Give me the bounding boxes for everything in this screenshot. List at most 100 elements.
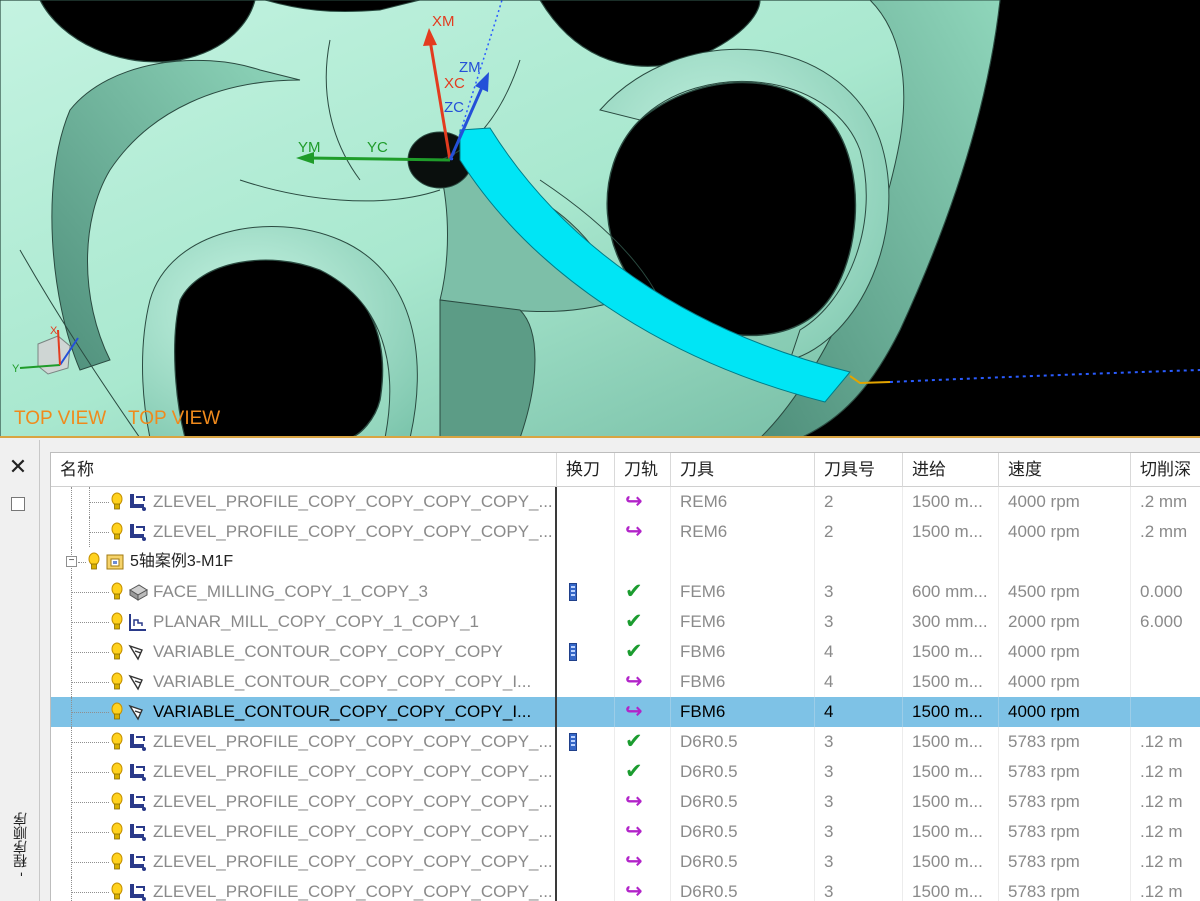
tree-branch-line [89, 532, 109, 533]
zlevel-operation-icon [127, 792, 149, 812]
tree-branch-line [71, 862, 109, 863]
operation-row[interactable]: VARIABLE_CONTOUR_COPY_COPY_COPY_I... ↪ FBM… [51, 667, 1200, 697]
graphics-viewport[interactable]: XM XC ZM ZC YM YC X Y TOP VIEW TOP VIEW [0, 0, 1200, 438]
zlevel-operation-icon [127, 882, 149, 901]
operation-row[interactable]: VARIABLE_CONTOUR_COPY_COPY_COPY_I... ↪ FBM… [51, 697, 1200, 727]
name-content: FACE_MILLING_COPY_1_COPY_3 [111, 577, 428, 607]
program-group-icon [104, 552, 126, 572]
pin-checkbox[interactable] [11, 497, 25, 511]
operation-name: VARIABLE_CONTOUR_COPY_COPY_COPY_I... [153, 702, 532, 721]
name-cell[interactable]: ZLEVEL_PROFILE_COPY_COPY_COPY_COPY_... [51, 847, 557, 877]
tool-number-cell: 3 [815, 577, 903, 607]
operation-row[interactable]: ZLEVEL_PROFILE_COPY_COPY_COPY_COPY_... ✔ D… [51, 727, 1200, 757]
name-cell[interactable]: ZLEVEL_PROFILE_COPY_COPY_COPY_COPY_... [51, 817, 557, 847]
toolpath-regenerate-icon: ↪ [625, 820, 643, 843]
name-cell[interactable]: ZLEVEL_PROFILE_COPY_COPY_COPY_COPY_... [51, 877, 557, 901]
tool-cell [671, 547, 815, 577]
name-cell[interactable]: VARIABLE_CONTOUR_COPY_COPY_COPY_I... [51, 667, 557, 697]
toolpath-status-cell: ✔ [615, 757, 671, 787]
operation-row[interactable]: ZLEVEL_PROFILE_COPY_COPY_COPY_COPY_... ↪ D… [51, 817, 1200, 847]
program-group-row[interactable]: − 5轴案例3-M1F [51, 547, 1200, 577]
toolchange-icon [569, 643, 577, 661]
name-cell[interactable]: ZLEVEL_PROFILE_COPY_COPY_COPY_COPY_... [51, 517, 557, 547]
toolpath-status-cell: ↪ [615, 877, 671, 901]
speed-cell: 5783 rpm [999, 787, 1131, 817]
close-icon[interactable]: ✕ [7, 456, 29, 478]
cut-depth-cell: .12 m [1131, 787, 1200, 817]
tool-cell: D6R0.5 [671, 787, 815, 817]
tool-number-cell: 3 [815, 847, 903, 877]
navigator-tab-label[interactable]: - 程序顺序 [10, 812, 30, 877]
tool-cell: FEM6 [671, 607, 815, 637]
name-cell[interactable]: ZLEVEL_PROFILE_COPY_COPY_COPY_COPY_... [51, 487, 557, 517]
navigator-side-strip: ✕ - 程序顺序 [0, 440, 40, 901]
column-header-tool-number[interactable]: 刀具号 [815, 453, 903, 487]
column-header-feed[interactable]: 进给 [903, 453, 999, 487]
operation-row[interactable]: ZLEVEL_PROFILE_COPY_COPY_COPY_COPY_... ↪ R… [51, 517, 1200, 547]
column-header-name[interactable]: 名称 [51, 453, 557, 487]
cut-depth-cell: .12 m [1131, 817, 1200, 847]
operation-row[interactable]: ZLEVEL_PROFILE_COPY_COPY_COPY_COPY_... ↪ D… [51, 847, 1200, 877]
column-header-cut-depth[interactable]: 切削深 [1131, 453, 1200, 487]
name-cell[interactable]: VARIABLE_CONTOUR_COPY_COPY_COPY_I... [51, 697, 557, 727]
operation-row[interactable]: FACE_MILLING_COPY_1_COPY_3 ✔ FEM6 3 600 mm..… [51, 577, 1200, 607]
name-content: ZLEVEL_PROFILE_COPY_COPY_COPY_COPY_... [111, 817, 553, 847]
variable-operation-icon [127, 672, 149, 692]
feed-cell: 1500 m... [903, 787, 999, 817]
toolpath-regenerate-icon: ↪ [625, 880, 643, 901]
axis-label-zm: ZM [459, 59, 481, 76]
zlevel-operation-icon [127, 852, 149, 872]
name-cell[interactable]: − 5轴案例3-M1F [51, 547, 557, 577]
feed-cell: 1500 m... [903, 487, 999, 517]
lightbulb-icon [111, 762, 123, 782]
tree-branch-line [71, 772, 109, 773]
toolpath-status-cell: ✔ [615, 637, 671, 667]
operation-name: ZLEVEL_PROFILE_COPY_COPY_COPY_COPY_... [153, 522, 553, 541]
operation-name: VARIABLE_CONTOUR_COPY_COPY_COPY [153, 642, 503, 661]
column-header-toolchange[interactable]: 换刀 [557, 453, 615, 487]
operation-name: FACE_MILLING_COPY_1_COPY_3 [153, 582, 428, 601]
operation-row[interactable]: ZLEVEL_PROFILE_COPY_COPY_COPY_COPY_... ✔ D… [51, 757, 1200, 787]
operation-name: ZLEVEL_PROFILE_COPY_COPY_COPY_COPY_... [153, 822, 553, 841]
toolchange-cell [557, 637, 615, 667]
name-cell[interactable]: PLANAR_MILL_COPY_COPY_1_COPY_1 [51, 607, 557, 637]
column-header-tool[interactable]: 刀具 [671, 453, 815, 487]
name-cell[interactable]: ZLEVEL_PROFILE_COPY_COPY_COPY_COPY_... [51, 757, 557, 787]
name-content: ZLEVEL_PROFILE_COPY_COPY_COPY_COPY_... [111, 727, 553, 757]
variable-operation-icon [127, 702, 149, 722]
toolpath-complete-icon: ✔ [625, 730, 643, 753]
lightbulb-icon [111, 672, 123, 692]
speed-cell: 5783 rpm [999, 727, 1131, 757]
toolpath-complete-icon: ✔ [625, 760, 643, 783]
collapse-icon[interactable]: − [66, 556, 77, 567]
speed-cell: 4500 rpm [999, 577, 1131, 607]
feed-cell: 1500 m... [903, 757, 999, 787]
operation-row[interactable]: ZLEVEL_PROFILE_COPY_COPY_COPY_COPY_... ↪ D… [51, 787, 1200, 817]
tool-cell: FEM6 [671, 577, 815, 607]
operation-row[interactable]: ZLEVEL_PROFILE_COPY_COPY_COPY_COPY_... ↪ D… [51, 877, 1200, 901]
tree-branch-line [71, 892, 109, 893]
toolchange-cell [557, 697, 615, 727]
lightbulb-icon [111, 582, 123, 602]
name-cell[interactable]: ZLEVEL_PROFILE_COPY_COPY_COPY_COPY_... [51, 727, 557, 757]
name-cell[interactable]: FACE_MILLING_COPY_1_COPY_3 [51, 577, 557, 607]
toolchange-cell [557, 667, 615, 697]
toolchange-cell [557, 607, 615, 637]
speed-cell: 5783 rpm [999, 877, 1131, 901]
name-cell[interactable]: VARIABLE_CONTOUR_COPY_COPY_COPY [51, 637, 557, 667]
cut-depth-cell [1131, 667, 1200, 697]
lightbulb-icon [111, 882, 123, 901]
name-content: VARIABLE_CONTOUR_COPY_COPY_COPY_I... [111, 667, 531, 697]
speed-cell: 4000 rpm [999, 637, 1131, 667]
feed-cell: 1500 m... [903, 817, 999, 847]
operation-row[interactable]: PLANAR_MILL_COPY_COPY_1_COPY_1 ✔ FEM6 3 300 … [51, 607, 1200, 637]
tool-cell: D6R0.5 [671, 817, 815, 847]
operation-row[interactable]: ZLEVEL_PROFILE_COPY_COPY_COPY_COPY_... ↪ R… [51, 487, 1200, 517]
operation-row[interactable]: VARIABLE_CONTOUR_COPY_COPY_COPY ✔ FBM6 4 150… [51, 637, 1200, 667]
column-header-toolpath[interactable]: 刀轨 [615, 453, 671, 487]
tree-branch-line [71, 652, 109, 653]
column-header-speed[interactable]: 速度 [999, 453, 1131, 487]
tool-number-cell: 3 [815, 727, 903, 757]
name-cell[interactable]: ZLEVEL_PROFILE_COPY_COPY_COPY_COPY_... [51, 787, 557, 817]
toolpath-status-cell: ↪ [615, 487, 671, 517]
